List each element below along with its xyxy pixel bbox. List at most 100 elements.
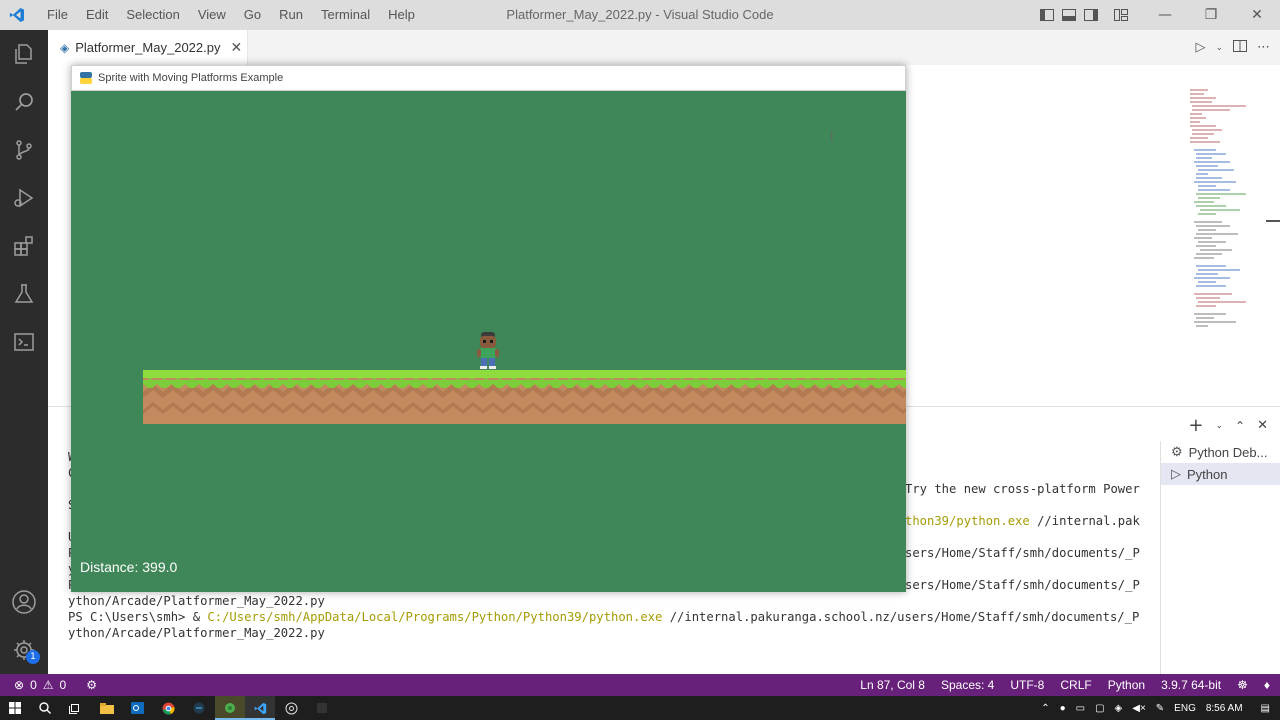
close-tab-icon[interactable]: ✕ (230, 40, 242, 56)
show-hidden-icons-icon[interactable]: ⌃ (1041, 703, 1049, 714)
terminal-text: //internal.pakuranga.school.nz/users/Hom… (662, 610, 1140, 624)
settings-update-badge: 1 (26, 650, 40, 664)
notifications-bell-icon[interactable]: ♦ (1264, 678, 1270, 692)
network-icon[interactable]: ◈ (1115, 703, 1123, 714)
minimize-button[interactable]: — (1142, 0, 1188, 30)
close-panel-icon[interactable]: ✕ (1257, 418, 1268, 433)
mouse-cursor-icon: I (830, 130, 834, 144)
more-actions-icon[interactable]: ⋯ (1257, 40, 1270, 55)
terminal-list: ⚙ Python Deb... ▷ Python (1160, 441, 1280, 675)
warning-icon: ⚠ (42, 678, 54, 692)
menu-help[interactable]: Help (379, 0, 424, 30)
volume-muted-icon[interactable]: ◀× (1132, 703, 1146, 714)
toggle-secondary-sidebar-icon[interactable] (1080, 0, 1102, 30)
warning-count: 0 (59, 678, 67, 692)
outlook-app-icon[interactable] (122, 696, 152, 720)
terminal-prompt: PS C:\Users\smh> & (68, 610, 208, 624)
game-window-titlebar[interactable]: Sprite with Moving Platforms Example (71, 65, 906, 91)
game-window-title: Sprite with Moving Platforms Example (98, 72, 284, 84)
toggle-sidebar-icon[interactable] (1036, 0, 1058, 30)
taskbar-search-icon[interactable] (30, 696, 60, 720)
status-bar: ⊗ 0 ⚠ 0 ⚙ Ln 87, Col 8 Spaces: 4 UTF-8 C… (0, 674, 1280, 696)
editor-tabs: ◈ Platformer_May_2022.py ✕ ▷ ⌄ ⋯ (48, 30, 1280, 65)
notification-center-icon[interactable]: ▤ (1261, 703, 1270, 714)
testing-icon[interactable] (0, 270, 48, 318)
debug-attach-icon[interactable]: ⚙ (86, 678, 97, 692)
indentation[interactable]: Spaces: 4 (941, 678, 994, 692)
grass-platform (143, 370, 906, 424)
terminal-command-line: PS C:\Users\smh> & C:/Users/smh/AppData/… (68, 609, 1139, 625)
restore-button[interactable]: ❐ (1188, 0, 1234, 30)
python-app-icon (80, 72, 92, 84)
extensions-icon[interactable] (0, 222, 48, 270)
terminal-item-python-debug[interactable]: ⚙ Python Deb... (1161, 441, 1280, 463)
source-control-icon[interactable] (0, 126, 48, 174)
language-mode[interactable]: Python (1108, 678, 1145, 692)
minimap[interactable] (1186, 85, 1256, 335)
input-language[interactable]: ENG (1174, 703, 1196, 714)
battery-icon[interactable]: ▭ (1076, 703, 1085, 714)
windows-start-icon[interactable] (0, 696, 30, 720)
terminal-item-python[interactable]: ▷ Python (1161, 463, 1280, 485)
error-icon: ⊗ (14, 678, 25, 692)
settings-app-icon[interactable] (276, 696, 306, 720)
game-window[interactable]: Sprite with Moving Platforms Example Dis… (71, 65, 906, 592)
terminal-line-tail: sers/Home/Staff/smh/documents/_P (905, 578, 1140, 592)
vscode-app-icon[interactable] (245, 696, 275, 720)
terminal-item-label: Python Deb... (1188, 444, 1268, 460)
gear-icon: ⚙ (1171, 444, 1183, 459)
system-tray: ⌃ ● ▭ ▢ ◈ ◀× ✎ ENG 8:56 AM ▤ (1041, 696, 1270, 720)
screen: File Edit Selection View Go Run Terminal… (0, 0, 1280, 720)
run-debug-icon[interactable] (0, 174, 48, 222)
menu-go[interactable]: Go (235, 0, 270, 30)
split-editor-icon[interactable] (1233, 39, 1247, 56)
scroll-position-marker (1266, 220, 1280, 222)
close-window-button[interactable]: ✕ (1234, 0, 1280, 30)
terminal-app-icon[interactable] (184, 696, 214, 720)
activity-bar (0, 30, 48, 674)
explorer-icon[interactable] (0, 30, 48, 78)
game-canvas[interactable]: Distance: 399.0 (71, 91, 906, 592)
file-explorer-app-icon[interactable] (92, 696, 122, 720)
editor-actions: ▷ ⌄ ⋯ (1195, 30, 1270, 65)
maximize-panel-icon[interactable]: ⌃ (1235, 419, 1245, 433)
new-terminal-icon[interactable]: + (1188, 415, 1203, 436)
toggle-panel-icon[interactable] (1058, 0, 1080, 30)
cursor-position[interactable]: Ln 87, Col 8 (860, 678, 925, 692)
vscode-logo-icon (0, 0, 34, 30)
python-interpreter[interactable]: 3.9.7 64-bit (1161, 678, 1221, 692)
run-dropdown-icon[interactable]: ⌄ (1215, 43, 1223, 53)
hidden-app-icon[interactable] (307, 696, 337, 720)
tab-platformer[interactable]: ◈ Platformer_May_2022.py ✕ (48, 30, 248, 65)
pen-icon[interactable]: ✎ (1156, 703, 1164, 714)
clock[interactable]: 8:56 AM (1206, 703, 1243, 714)
terminal-dropdown-icon[interactable]: ⌄ (1215, 421, 1223, 431)
python-game-app-icon[interactable] (215, 696, 245, 720)
customize-layout-icon[interactable] (1110, 0, 1132, 30)
tab-label: Platformer_May_2022.py (75, 40, 221, 55)
menu-view[interactable]: View (189, 0, 235, 30)
display-icon[interactable]: ▢ (1095, 703, 1104, 714)
menu-bar: File Edit Selection View Go Run Terminal… (38, 0, 424, 30)
accounts-icon[interactable] (0, 578, 48, 626)
problems-indicator[interactable]: ⊗ 0 ⚠ 0 ⚙ (0, 678, 97, 692)
title-controls: — ❐ ✕ (1036, 0, 1280, 30)
menu-run[interactable]: Run (270, 0, 312, 30)
search-icon[interactable] (0, 78, 48, 126)
chrome-app-icon[interactable] (153, 696, 183, 720)
error-count: 0 (30, 678, 37, 692)
menu-selection[interactable]: Selection (117, 0, 188, 30)
microphone-icon[interactable]: ● (1060, 703, 1066, 714)
task-view-icon[interactable] (60, 696, 90, 720)
panel-actions: + ⌄ ⌃ ✕ (1188, 415, 1268, 436)
manage-gear-icon[interactable] (0, 626, 48, 674)
menu-edit[interactable]: Edit (77, 0, 117, 30)
title-bar: File Edit Selection View Go Run Terminal… (0, 0, 1280, 30)
menu-terminal[interactable]: Terminal (312, 0, 379, 30)
menu-file[interactable]: File (38, 0, 77, 30)
line-ending[interactable]: CRLF (1060, 678, 1091, 692)
terminal-panel-icon[interactable] (0, 318, 48, 366)
encoding[interactable]: UTF-8 (1010, 678, 1044, 692)
feedback-icon[interactable]: ☸ (1237, 678, 1248, 692)
run-file-icon[interactable]: ▷ (1195, 40, 1205, 55)
